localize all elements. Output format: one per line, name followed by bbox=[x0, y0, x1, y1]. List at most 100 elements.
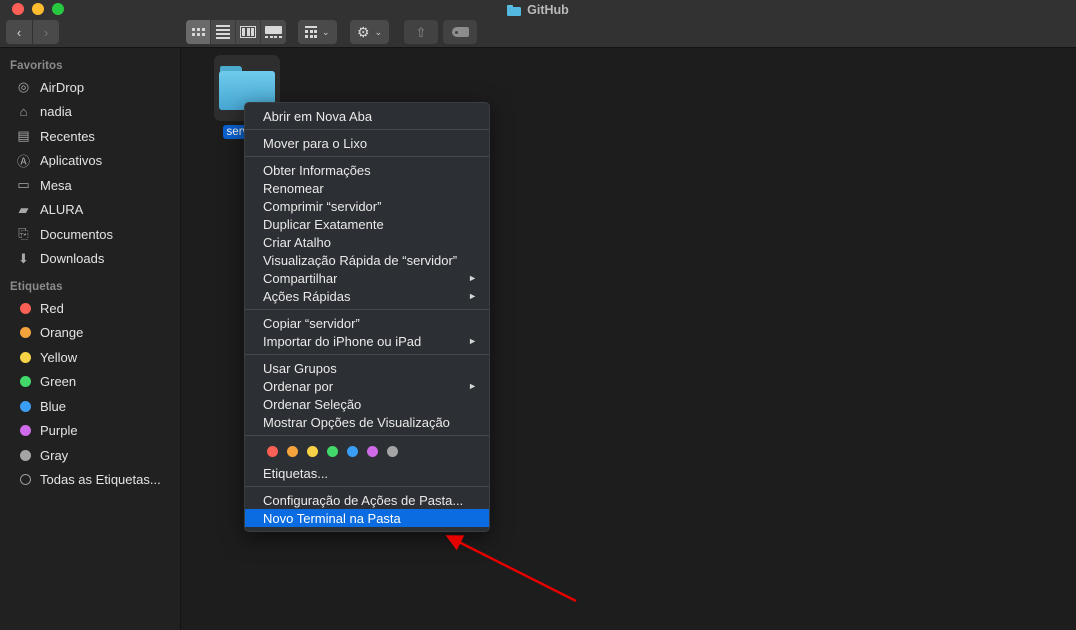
menu-item-criar-atalho[interactable]: Criar Atalho bbox=[245, 233, 489, 251]
sidebar-item-mesa[interactable]: ▭ Mesa bbox=[0, 173, 180, 198]
desktop-icon: ▭ bbox=[17, 177, 30, 193]
sidebar-item-label: Documentos bbox=[40, 226, 113, 242]
tag-color-orange[interactable] bbox=[287, 446, 298, 457]
view-mode-segmented-control bbox=[186, 20, 286, 44]
grid-icon bbox=[191, 28, 205, 36]
sidebar-item-label: Orange bbox=[40, 325, 84, 341]
sidebar-item-label: Green bbox=[40, 374, 77, 390]
tag-button[interactable] bbox=[443, 20, 477, 44]
sidebar-item-tag-blue[interactable]: Blue bbox=[0, 394, 180, 419]
tag-color-yellow[interactable] bbox=[307, 446, 318, 457]
menu-item-copiar[interactable]: Copiar “servidor” bbox=[245, 314, 489, 332]
menu-item-duplicar-exatamente[interactable]: Duplicar Exatamente bbox=[245, 215, 489, 233]
menu-item-visualizacao-rapida[interactable]: Visualização Rápida de “servidor” bbox=[245, 251, 489, 269]
column-view-button[interactable] bbox=[236, 20, 261, 44]
sidebar-item-all-tags[interactable]: Todas as Etiquetas... bbox=[0, 468, 180, 493]
tag-color-picker[interactable] bbox=[245, 440, 489, 464]
tag-color-purple[interactable] bbox=[367, 446, 378, 457]
menu-item-novo-terminal-na-pasta[interactable]: Novo Terminal na Pasta bbox=[245, 509, 489, 527]
sidebar-item-nadia[interactable]: ⌂ nadia bbox=[0, 100, 180, 125]
gear-icon: ⚙ bbox=[357, 24, 370, 40]
menu-item-abrir-em-nova-aba[interactable]: Abrir em Nova Aba bbox=[245, 107, 489, 125]
sidebar-item-downloads[interactable]: ⬇ Downloads bbox=[0, 247, 180, 272]
tag-color-gray[interactable] bbox=[387, 446, 398, 457]
toolbar: ‹ › ⌄ ⚙ ⌄ ⇧ bbox=[0, 18, 1076, 48]
menu-item-usar-grupos[interactable]: Usar Grupos bbox=[245, 359, 489, 377]
menu-item-label: Duplicar Exatamente bbox=[263, 216, 384, 232]
menu-item-acoes-rapidas[interactable]: Ações Rápidas ► bbox=[245, 287, 489, 305]
menu-item-label: Abrir em Nova Aba bbox=[263, 108, 373, 124]
list-icon bbox=[216, 25, 230, 39]
grid-group-icon bbox=[305, 26, 317, 38]
sidebar-item-label: Downloads bbox=[40, 251, 105, 267]
downloads-icon: ⬇ bbox=[18, 250, 29, 266]
tag-dot-orange-icon bbox=[19, 327, 31, 339]
menu-item-label: Etiquetas... bbox=[263, 465, 329, 481]
sidebar-item-tag-orange[interactable]: Orange bbox=[0, 321, 180, 346]
menu-item-importar-do-iphone[interactable]: Importar do iPhone ou iPad ► bbox=[245, 332, 489, 350]
tag-color-red[interactable] bbox=[267, 446, 278, 457]
action-gear-button[interactable]: ⚙ ⌄ bbox=[350, 20, 390, 44]
context-menu[interactable]: Abrir em Nova Aba Mover para o Lixo Obte… bbox=[244, 102, 490, 532]
forward-button[interactable]: › bbox=[33, 20, 59, 44]
tag-dot-gray-icon bbox=[19, 449, 31, 461]
tag-dot-yellow-icon bbox=[19, 351, 31, 363]
sidebar-section-favoritos-header: Favoritos bbox=[10, 60, 63, 72]
menu-item-etiquetas[interactable]: Etiquetas... bbox=[245, 464, 489, 482]
tag-color-blue[interactable] bbox=[347, 446, 358, 457]
sidebar-item-documentos[interactable]: ⎘ Documentos bbox=[0, 222, 180, 247]
back-button[interactable]: ‹ bbox=[6, 20, 32, 44]
menu-item-comprimir[interactable]: Comprimir “servidor” bbox=[245, 197, 489, 215]
gallery-icon bbox=[265, 26, 282, 38]
window-title-label: GitHub bbox=[527, 3, 569, 17]
menu-item-mostrar-opcoes-de-visualizacao[interactable]: Mostrar Opções de Visualização bbox=[245, 413, 489, 431]
menu-item-renomear[interactable]: Renomear bbox=[245, 179, 489, 197]
menu-item-mover-para-o-lixo[interactable]: Mover para o Lixo bbox=[245, 134, 489, 152]
sidebar-item-label: Purple bbox=[40, 423, 78, 439]
folder-icon: ▰ bbox=[18, 201, 29, 217]
chevron-down-icon: ⌄ bbox=[322, 26, 330, 37]
sidebar-item-tag-gray[interactable]: Gray bbox=[0, 443, 180, 468]
tag-icon bbox=[451, 27, 469, 37]
menu-item-obter-informacoes[interactable]: Obter Informações bbox=[245, 161, 489, 179]
menu-item-ordenar-por[interactable]: Ordenar por ► bbox=[245, 377, 489, 395]
sidebar-item-label: Gray bbox=[40, 447, 69, 463]
sidebar-item-tag-purple[interactable]: Purple bbox=[0, 419, 180, 444]
share-button[interactable]: ⇧ bbox=[404, 20, 438, 44]
sidebar-item-tag-red[interactable]: Red bbox=[0, 296, 180, 321]
sidebar: Favoritos ◎ AirDrop ⌂ nadia ▤ Recentes Ⓐ… bbox=[0, 48, 181, 630]
context-menu-group-open: Abrir em Nova Aba bbox=[245, 103, 489, 129]
menu-item-label: Ordenar por bbox=[263, 378, 334, 394]
tag-dot-all-icon bbox=[19, 474, 31, 486]
menu-item-label: Configuração de Ações de Pasta... bbox=[263, 492, 464, 508]
submenu-arrow-icon: ► bbox=[468, 291, 477, 301]
window-title: GitHub bbox=[0, 0, 1076, 20]
sidebar-item-tag-yellow[interactable]: Yellow bbox=[0, 345, 180, 370]
sidebar-item-label: AirDrop bbox=[40, 79, 85, 95]
gallery-view-button[interactable] bbox=[261, 20, 286, 44]
sidebar-item-airdrop[interactable]: ◎ AirDrop bbox=[0, 75, 180, 100]
sidebar-item-aplicativos[interactable]: Ⓐ Aplicativos bbox=[0, 149, 180, 174]
tag-color-green[interactable] bbox=[327, 446, 338, 457]
menu-item-compartilhar[interactable]: Compartilhar ► bbox=[245, 269, 489, 287]
context-menu-group-folder-actions: Configuração de Ações de Pasta... Novo T… bbox=[245, 486, 489, 531]
sidebar-item-label: Aplicativos bbox=[40, 153, 103, 169]
context-menu-group-copy: Copiar “servidor” Importar do iPhone ou … bbox=[245, 309, 489, 354]
sidebar-item-recentes[interactable]: ▤ Recentes bbox=[0, 124, 180, 149]
folder-icon bbox=[507, 4, 522, 16]
menu-item-configuracao-de-acoes-de-pasta[interactable]: Configuração de Ações de Pasta... bbox=[245, 491, 489, 509]
columns-icon bbox=[240, 26, 256, 38]
sidebar-item-alura[interactable]: ▰ ALURA bbox=[0, 198, 180, 223]
sidebar-item-tag-green[interactable]: Green bbox=[0, 370, 180, 395]
menu-item-label: Mover para o Lixo bbox=[263, 135, 368, 151]
sidebar-item-label: Todas as Etiquetas... bbox=[40, 472, 161, 488]
icon-view-button[interactable] bbox=[186, 20, 211, 44]
recents-icon: ▤ bbox=[17, 128, 30, 144]
group-by-button[interactable]: ⌄ bbox=[298, 20, 337, 44]
list-view-button[interactable] bbox=[211, 20, 236, 44]
menu-item-ordenar-selecao[interactable]: Ordenar Seleção bbox=[245, 395, 489, 413]
sidebar-item-label: Mesa bbox=[40, 177, 72, 193]
sidebar-item-label: Yellow bbox=[40, 349, 78, 365]
chevron-down-icon: ⌄ bbox=[374, 26, 383, 37]
menu-item-label: Novo Terminal na Pasta bbox=[263, 510, 401, 526]
